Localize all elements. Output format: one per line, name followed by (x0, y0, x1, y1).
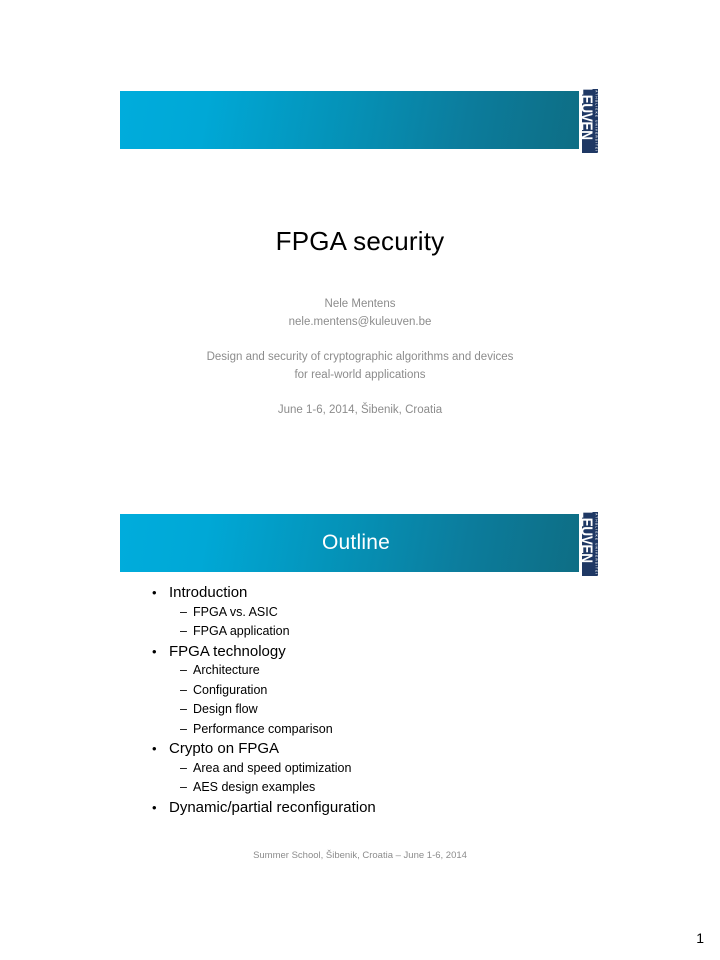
bullet-icon: • (152, 799, 157, 815)
outline-subitem-label: Architecture (193, 663, 260, 677)
outline-item-level2[interactable]: – Design flow (152, 700, 582, 720)
outline-subitem-label: FPGA vs. ASIC (193, 604, 278, 619)
outline-subitem-label: AES design examples (193, 780, 316, 794)
bullet-icon: • (152, 585, 157, 600)
outline-item-level1[interactable]: • Crypto on FPGA (152, 739, 582, 759)
page-title: FPGA security (275, 226, 445, 256)
outline-item-label: Introduction (169, 584, 248, 601)
outline-item-level2[interactable]: – FPGA application (152, 622, 582, 642)
outline-item-label: FPGA technology (169, 642, 286, 660)
logo-wordmark: LEUVEN (579, 86, 596, 140)
slide-footer: Summer School, Šibenik, Croatia – June 1… (253, 850, 467, 861)
outline-item-level1[interactable]: • FPGA technology (152, 642, 582, 662)
outline-subitem-label: Configuration (193, 682, 268, 697)
kuleuven-logo: KATHOLIEKE UNIVERSITEIT LEUVEN (579, 86, 601, 156)
outline-subitem-label: Performance comparison (193, 721, 333, 736)
outline-item-level2[interactable]: – FPGA vs. ASIC (152, 603, 582, 623)
outline-list: • Introduction – FPGA vs. ASIC – FPGA applica… (152, 583, 582, 817)
outline-heading: Outline (322, 531, 390, 554)
outline-item-level2[interactable]: – Area and speed optimization (152, 759, 582, 779)
author-name: Nele Mentens (324, 298, 396, 310)
outline-item-level2[interactable]: – Configuration (152, 681, 582, 701)
dash-icon: – (180, 604, 187, 619)
dash-icon: – (180, 702, 187, 716)
course-block: Design and security of cryptographic alg… (0, 349, 720, 384)
event-date: June 1-6, 2014, Šibenik, Croatia (277, 404, 443, 416)
outline-item-level2[interactable]: – AES design examples (152, 778, 582, 798)
dash-icon: – (180, 760, 187, 775)
outline-item-label: Crypto on FPGA (169, 740, 280, 757)
dash-icon: – (180, 721, 187, 736)
outline-item-level2[interactable]: – Architecture (152, 661, 582, 681)
outline-subitem-label: Design flow (193, 702, 258, 716)
course-line-1: Design and security of cryptographic alg… (206, 351, 514, 363)
course-line-2: for real-world applications (294, 368, 426, 381)
author-block: Nele Mentens nele.mentens@kuleuven.be (0, 296, 720, 331)
author-email: nele.mentens@kuleuven.be (288, 315, 432, 328)
outline-subitem-label: FPGA application (193, 624, 290, 638)
outline-item-level1[interactable]: • Dynamic/partial reconfiguration (152, 798, 582, 818)
logo-frame: KATHOLIEKE UNIVERSITEIT LEUVEN (580, 510, 600, 578)
outline-item-level2[interactable]: – Performance comparison (152, 720, 582, 740)
dash-icon: – (180, 780, 187, 794)
logo-text-stack: KATHOLIEKE UNIVERSITEIT LEUVEN (579, 86, 599, 155)
page-number: 1 (696, 930, 704, 946)
outline-item-label: Dynamic/partial reconfiguration (169, 798, 376, 816)
event-date-block: June 1-6, 2014, Šibenik, Croatia (0, 402, 720, 420)
outline-item-level1[interactable]: • Introduction (152, 583, 582, 603)
kuleuven-logo: KATHOLIEKE UNIVERSITEIT LEUVEN (579, 509, 601, 579)
logo-frame: KATHOLIEKE UNIVERSITEIT LEUVEN (580, 87, 600, 155)
slide-banner-outline: Outline (120, 514, 600, 572)
presentation-page: KATHOLIEKE UNIVERSITEIT LEUVEN FPGA secu… (0, 0, 720, 960)
dash-icon: – (180, 682, 187, 697)
logo-wordmark: LEUVEN (579, 509, 596, 563)
dash-icon: – (180, 663, 187, 677)
bullet-icon: • (152, 741, 157, 756)
logo-text-stack: KATHOLIEKE UNIVERSITEIT LEUVEN (579, 509, 599, 578)
dash-icon: – (180, 624, 187, 638)
bullet-icon: • (152, 643, 157, 659)
outline-subitem-label: Area and speed optimization (193, 760, 352, 775)
slide-banner-title (120, 91, 600, 149)
